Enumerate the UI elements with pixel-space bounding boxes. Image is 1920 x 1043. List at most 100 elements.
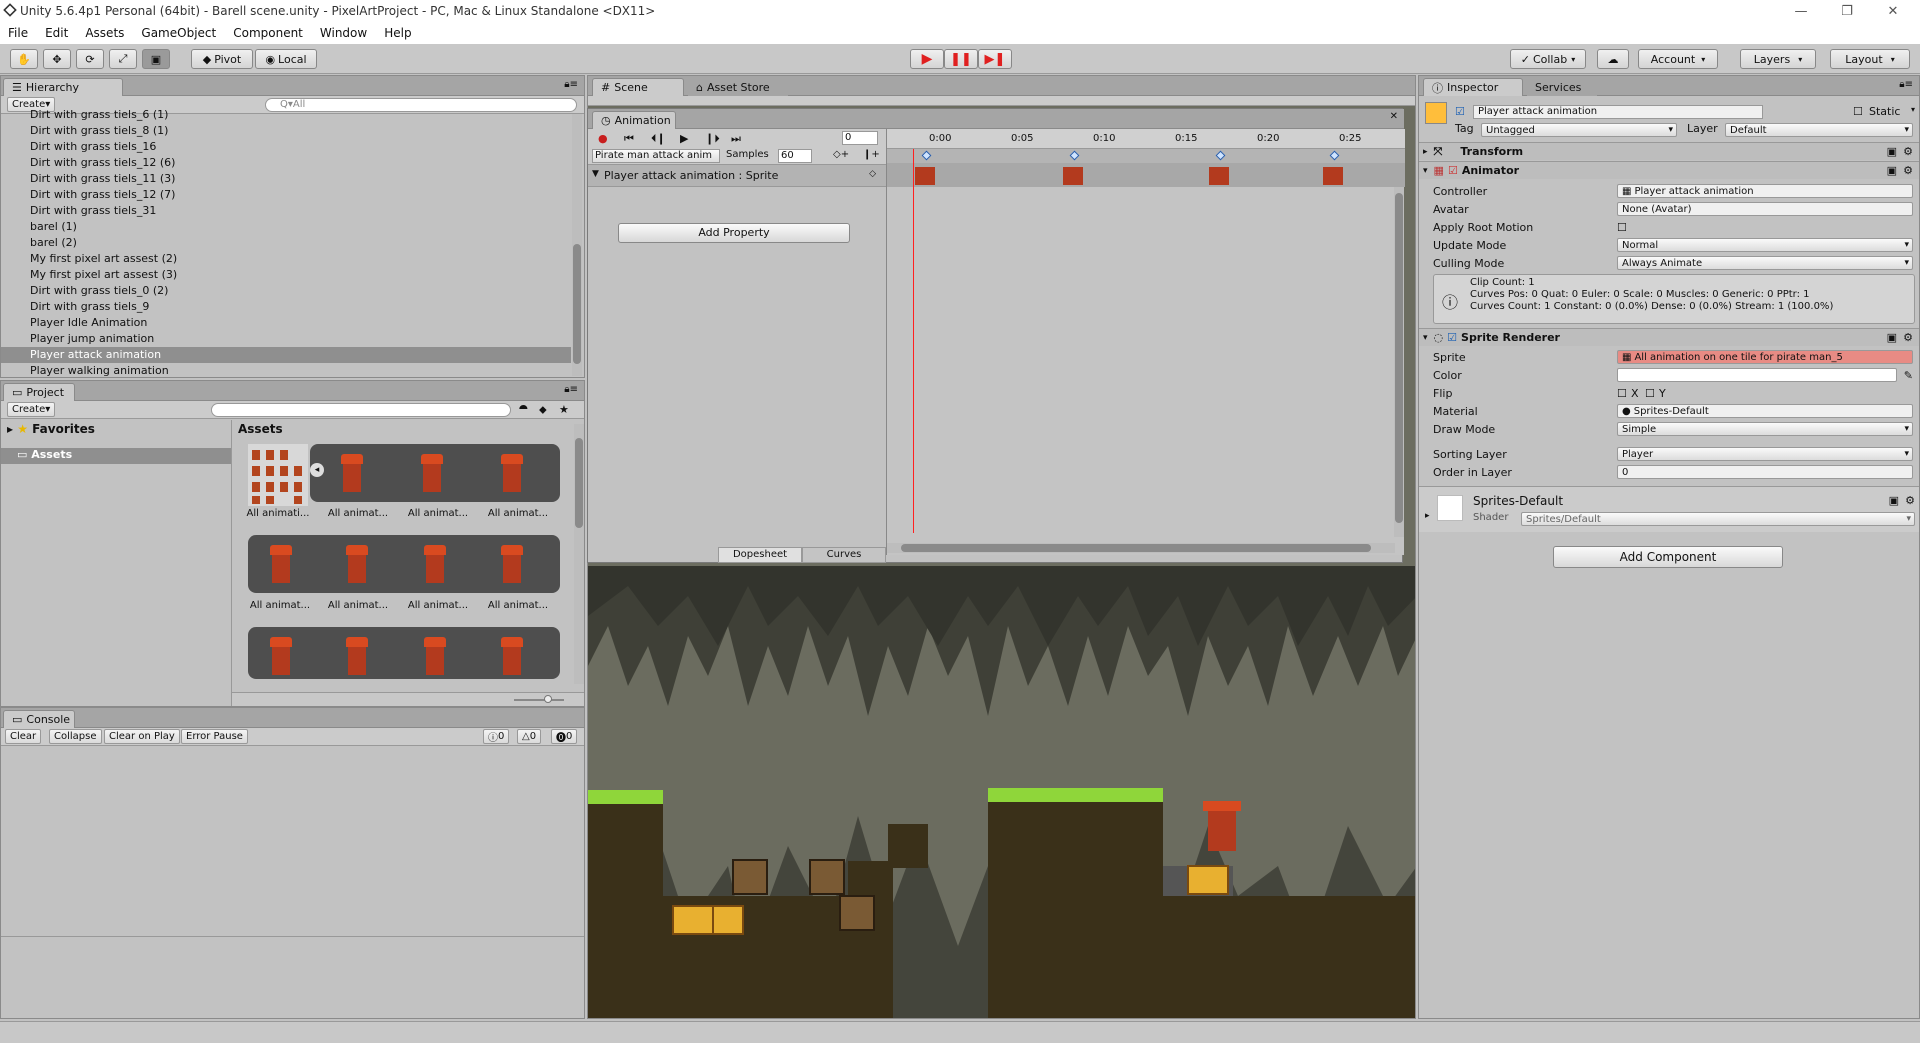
help-icon[interactable]: ▣ [1887, 145, 1897, 158]
update-mode-dropdown[interactable]: Normal [1617, 238, 1913, 252]
pirate-sprite[interactable] [487, 631, 537, 681]
clip-dropdown[interactable]: Pirate man attack anim [592, 149, 720, 163]
filter-label-icon[interactable]: ⬥ [539, 403, 547, 417]
spritesheet-thumbnail[interactable] [248, 444, 308, 506]
list-item[interactable]: barel (2) [1, 235, 571, 251]
list-item[interactable]: Dirt with grass tiels_6 (1) [1, 107, 571, 123]
add-component-button[interactable]: Add Component [1553, 546, 1783, 568]
avatar-field[interactable]: None (Avatar) [1617, 202, 1913, 216]
cloud-button[interactable]: ☁ [1597, 49, 1629, 69]
lock-icon[interactable]: 🔒︎≡ [564, 79, 578, 90]
active-checkbox[interactable]: ☑ [1455, 105, 1465, 118]
list-item[interactable]: Dirt with grass tiels_8 (1) [1, 123, 571, 139]
tab-services[interactable]: Services [1527, 78, 1597, 96]
animator-enable-checkbox[interactable]: ☑ [1448, 164, 1458, 177]
gear-icon[interactable]: ⚙ [1903, 164, 1913, 177]
menu-assets[interactable]: Assets [77, 26, 133, 40]
hand-tool-icon[interactable]: ✋ [10, 49, 38, 69]
playhead[interactable] [913, 149, 914, 533]
sprite-keyframe[interactable] [1063, 167, 1083, 185]
expand-arrow-icon[interactable]: ▸ [1425, 511, 1430, 521]
help-icon[interactable]: ▣ [1887, 331, 1897, 344]
list-item[interactable]: barel (1) [1, 219, 571, 235]
console-clear-button[interactable]: Clear [5, 729, 42, 744]
pirate-sprite[interactable] [410, 631, 460, 681]
material-field[interactable]: ● Sprites-Default [1617, 404, 1913, 418]
menu-file[interactable]: File [0, 26, 37, 40]
menu-help[interactable]: Help [376, 26, 420, 40]
first-key-icon[interactable]: ⏮ [624, 132, 634, 146]
collapse-arrow-icon[interactable]: ◂ [310, 463, 324, 477]
prev-key-icon[interactable]: ⏴❙ [651, 132, 666, 146]
help-icon[interactable]: ▣ [1887, 164, 1897, 177]
layout-button[interactable]: Layout ▾ [1830, 49, 1910, 69]
scrollbar-thumb[interactable] [575, 438, 583, 528]
account-button[interactable]: Account ▾ [1638, 49, 1718, 69]
pirate-sprite[interactable] [487, 448, 537, 498]
frame-field[interactable]: 0 [842, 131, 878, 145]
time-ruler[interactable]: 0:00 0:05 0:10 0:15 0:20 0:25 [887, 129, 1405, 149]
tab-project[interactable]: ▭ Project [3, 383, 75, 401]
controller-field[interactable]: ▦ Player attack animation [1617, 184, 1913, 198]
static-checkbox[interactable]: ☐ [1853, 105, 1863, 118]
rect-tool-icon[interactable]: ▣ [142, 49, 170, 69]
color-swatch[interactable] [1617, 368, 1897, 382]
zoom-slider[interactable] [514, 699, 564, 701]
list-item[interactable]: Player walking animation [1, 363, 571, 377]
sprite-keyframe[interactable] [1323, 167, 1343, 185]
tab-inspector[interactable]: ⓘ Inspector [1423, 78, 1523, 96]
list-item[interactable]: My first pixel art assest (2) [1, 251, 571, 267]
animator-header[interactable]: ▾ ▦ ☑ Animator ▣ ⚙ [1419, 161, 1919, 179]
tab-animation[interactable]: ◷ Animation [592, 111, 676, 129]
scene-view[interactable] [588, 566, 1415, 1018]
pause-button[interactable]: ❚❚ [944, 49, 978, 69]
play-icon[interactable]: ▶ [680, 132, 688, 145]
project-create-button[interactable]: Create ▾ [7, 402, 56, 417]
list-item[interactable]: Dirt with grass tiels_12 (6) [1, 155, 571, 171]
object-name-field[interactable]: Player attack animation [1473, 105, 1763, 119]
zoom-slider-handle[interactable] [544, 695, 552, 703]
apply-root-motion-checkbox[interactable]: ☐ [1617, 221, 1627, 234]
layers-button[interactable]: Layers ▾ [1740, 49, 1816, 69]
play-button[interactable]: ▶ [910, 49, 944, 69]
step-button[interactable]: ▶❚ [978, 49, 1012, 69]
shader-dropdown[interactable]: Sprites/Default [1521, 512, 1915, 526]
scale-tool-icon[interactable]: ⤢ [109, 49, 137, 69]
timeline-vscrollbar[interactable] [1394, 187, 1404, 537]
pirate-sprite[interactable] [327, 448, 377, 498]
list-item[interactable]: Dirt with grass tiels_0 (2) [1, 283, 571, 299]
keyframe-diamond-icon[interactable]: ◇ [869, 169, 876, 179]
tab-scene[interactable]: # Scene [592, 78, 684, 96]
flip-y-checkbox[interactable]: ☐ [1645, 387, 1655, 400]
lock-icon[interactable]: 🔒︎≡ [564, 384, 578, 395]
console-error-pause-button[interactable]: Error Pause [181, 729, 248, 744]
pirate-sprite[interactable] [256, 631, 306, 681]
menu-gameobject[interactable]: GameObject [133, 26, 225, 40]
scrollbar-thumb[interactable] [901, 544, 1371, 552]
layer-dropdown[interactable]: Default [1725, 123, 1913, 137]
hierarchy-scrollbar[interactable] [572, 114, 582, 376]
console-clear-on-play-button[interactable]: Clear on Play [104, 729, 180, 744]
last-key-icon[interactable]: ⏭ [731, 132, 741, 146]
chevron-down-icon[interactable]: ▾ [1911, 105, 1915, 114]
asset-scrollbar[interactable] [574, 424, 584, 684]
tab-dopesheet[interactable]: Dopesheet [718, 547, 802, 563]
close-icon[interactable]: ✕ [1870, 0, 1916, 22]
record-icon[interactable]: ● [598, 132, 608, 145]
pirate-sprite[interactable] [332, 539, 382, 589]
pivot-button[interactable]: ◆ Pivot [191, 49, 253, 69]
filter-type-icon[interactable]: ⯊ [519, 403, 528, 417]
transform-header[interactable]: ▸ ⤧ Transform ▣ ⚙ [1419, 142, 1919, 160]
project-search-input[interactable] [211, 403, 511, 417]
help-icon[interactable]: ▣ [1889, 494, 1899, 507]
tab-curves[interactable]: Curves [802, 547, 886, 563]
console-error-toggle[interactable]: ⓿0 [551, 729, 578, 744]
gear-icon[interactable]: ⚙ [1903, 331, 1913, 344]
tab-hierarchy[interactable]: ☰ Hierarchy [3, 78, 123, 96]
pirate-sprite[interactable] [332, 631, 382, 681]
list-item[interactable]: Dirt with grass tiels_31 [1, 203, 571, 219]
scrollbar-thumb[interactable] [573, 244, 581, 364]
pirate-sprite[interactable] [410, 539, 460, 589]
draw-mode-dropdown[interactable]: Simple [1617, 422, 1913, 436]
tag-dropdown[interactable]: Untagged [1481, 123, 1677, 137]
